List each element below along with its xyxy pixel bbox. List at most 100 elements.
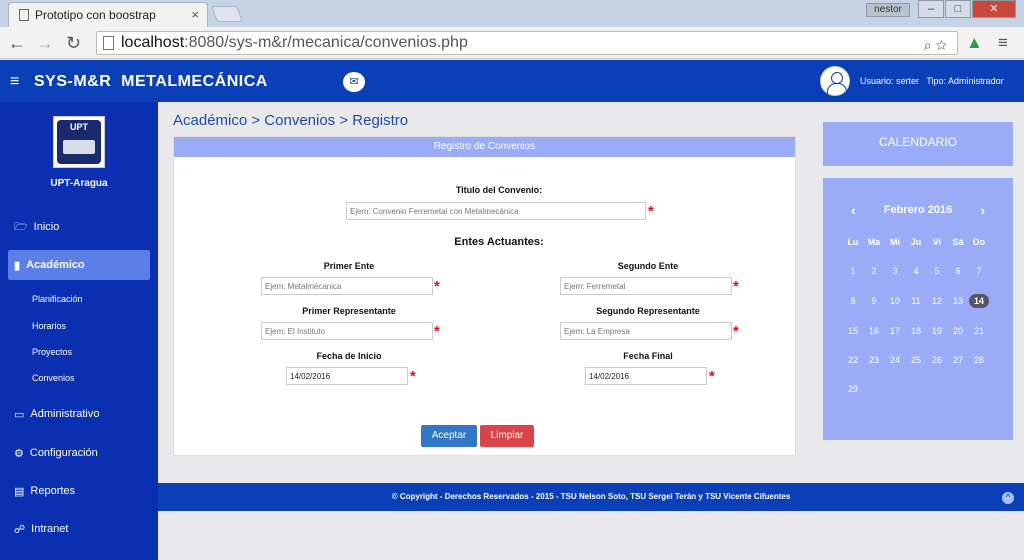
hamburger-icon[interactable]: ≡ [10,73,19,91]
calendar-day[interactable]: 23 [864,355,884,365]
weekday-header: Mi [890,237,900,247]
calendar-day[interactable]: 5 [927,266,947,276]
gears-icon: ⚙ [14,447,24,460]
calendar-day[interactable]: 14 [969,294,989,308]
calendar-day[interactable]: 28 [969,355,989,365]
calendar-day[interactable]: 9 [864,296,884,306]
sidebar-item-administrativo[interactable]: ▭ Administrativo [0,399,158,429]
browser-tab[interactable]: Prototipo con boostrap × [8,2,208,27]
book-icon: ▮ [14,259,21,272]
calendar-day[interactable]: 13 [948,296,968,306]
calendar-day[interactable]: 8 [843,296,863,306]
scroll-top-icon[interactable]: ^ [1002,492,1014,504]
url-host: localhost [121,34,185,51]
sidebar-subitem-horarios[interactable]: Horarios [32,321,66,331]
calendar-day[interactable]: 17 [885,326,905,336]
accept-button[interactable]: Aceptar [421,425,477,447]
calendar-day[interactable]: 12 [927,296,947,306]
reload-icon[interactable]: ↻ [66,33,81,54]
clear-button[interactable]: Limpiar [480,425,534,447]
mail-icon[interactable]: ✉ [343,72,365,92]
calendar-day[interactable]: 25 [906,355,926,365]
profile-chip[interactable]: nestor [866,3,910,17]
calendar-title: CALENDARIO [823,122,1013,166]
sidebar-subitem-proyectos[interactable]: Proyectos [32,347,72,357]
calendar-day[interactable]: 22 [843,355,863,365]
user-info: Usuario: serter Tipo: Administrador [860,76,1004,86]
sidebar-item-reportes[interactable]: ▤ Reportes [0,476,158,506]
org-name: UPT-Aragua [50,178,108,189]
fecha-inicio-input[interactable] [286,367,408,385]
role-label: Tipo: Administrador [926,76,1004,86]
calendar-day[interactable]: 21 [969,326,989,336]
forward-icon[interactable]: → [36,33,54,54]
calendar-day[interactable]: 4 [906,266,926,276]
menu-icon[interactable]: ≡ [998,33,1008,53]
drive-icon[interactable]: ▲ [966,33,983,53]
brand-title: SYS-M&R METALMECÁNICA [34,73,268,90]
page-icon [103,36,114,50]
form-header: Registro de Convenios [174,137,795,157]
breadcrumb[interactable]: Académico > Convenios > Registro [173,112,408,129]
calendar-day[interactable]: 16 [864,326,884,336]
sidebar-item-label: Intranet [31,523,69,535]
zoom-star-icons[interactable]: ⌕☆ [924,34,951,56]
url-path: :8080/sys-m&r/mecanica/convenios.php [184,34,468,51]
required-mark: * [709,368,715,385]
sidebar-subitem-convenios[interactable]: Convenios [32,373,75,383]
monitor-icon: ▭ [14,408,25,421]
fecha-final-input[interactable] [585,367,707,385]
sidebar-item-configuracion[interactable]: ⚙ Configuración [0,438,158,468]
calendar-day[interactable]: 2 [864,266,884,276]
calendar-day[interactable]: 29 [843,384,863,394]
calendar-day[interactable]: 1 [843,266,863,276]
new-tab-button[interactable] [211,6,243,22]
weekday-header: Lu [847,237,859,247]
tab-title: Prototipo con boostrap [35,8,156,22]
app-header: ≡ SYS-M&R METALMECÁNICA ✉ Usuario: serte… [0,60,1024,102]
chevron-right-icon[interactable]: › [980,202,985,218]
calendar-widget: ‹ Febrero 2016 › Lu Ma Mi Ju Vi Sá Do 1 2 3 4 5 6 7 8 9… [823,178,1013,440]
maximize-button[interactable]: □ [945,0,971,18]
calendar-day[interactable]: 7 [969,266,989,276]
fecha-final-label: Fecha Final [623,351,673,361]
avatar[interactable] [820,66,850,96]
sidebar-item-inicio[interactable]: 🗁 Inicio [0,212,158,242]
primer-ente-label: Primer Ente [323,261,375,271]
segundo-ente-input[interactable] [560,277,732,295]
sidebar-item-label: Configuración [29,447,98,459]
address-bar: ← → ↻ localhost:8080/sys-m&r/mecanica/co… [0,27,1024,59]
calendar-day[interactable]: 20 [948,326,968,336]
primer-ente-input[interactable] [261,277,433,295]
segundo-rep-input[interactable] [560,322,732,340]
calendar-day[interactable]: 27 [948,355,968,365]
close-window-button[interactable]: ✕ [972,0,1016,18]
user-label: Usuario: serter [860,76,920,86]
calendar-day[interactable]: 18 [906,326,926,336]
weekday-header: Sá [952,237,964,247]
sidebar-item-intranet[interactable]: ☍ Intranet [0,514,158,544]
page-footer: © Copyright - Derechos Reservados - 2015… [158,483,1024,511]
segundo-ente-label: Segundo Ente [617,261,679,271]
titulo-input[interactable] [346,202,646,220]
calendar-day[interactable]: 15 [843,326,863,336]
titulo-label: Titulo del Convenio: [455,185,543,195]
calendar-day[interactable]: 6 [948,266,968,276]
calendar-day[interactable]: 3 [885,266,905,276]
sidebar-subitem-planificacion[interactable]: Planificación [32,294,83,304]
calendar-day[interactable]: 19 [927,326,947,336]
minimize-button[interactable]: – [918,0,944,18]
sidebar-item-academico[interactable]: ▮ Académico [8,250,150,280]
calendar-day[interactable]: 10 [885,296,905,306]
browser-tabstrip: Prototipo con boostrap × nestor – □ ✕ [0,0,1024,27]
sidebar-item-label: Inicio [33,221,60,233]
url-field[interactable]: localhost:8080/sys-m&r/mecanica/convenio… [96,31,958,55]
calendar-day[interactable]: 24 [885,355,905,365]
weekday-header: Ju [910,237,922,247]
back-icon[interactable]: ← [8,33,26,54]
calendar-day[interactable]: 26 [927,355,947,365]
primer-rep-input[interactable] [261,322,433,340]
required-mark: * [648,203,654,220]
calendar-day[interactable]: 11 [906,296,926,306]
tab-close-icon[interactable]: × [191,7,199,22]
